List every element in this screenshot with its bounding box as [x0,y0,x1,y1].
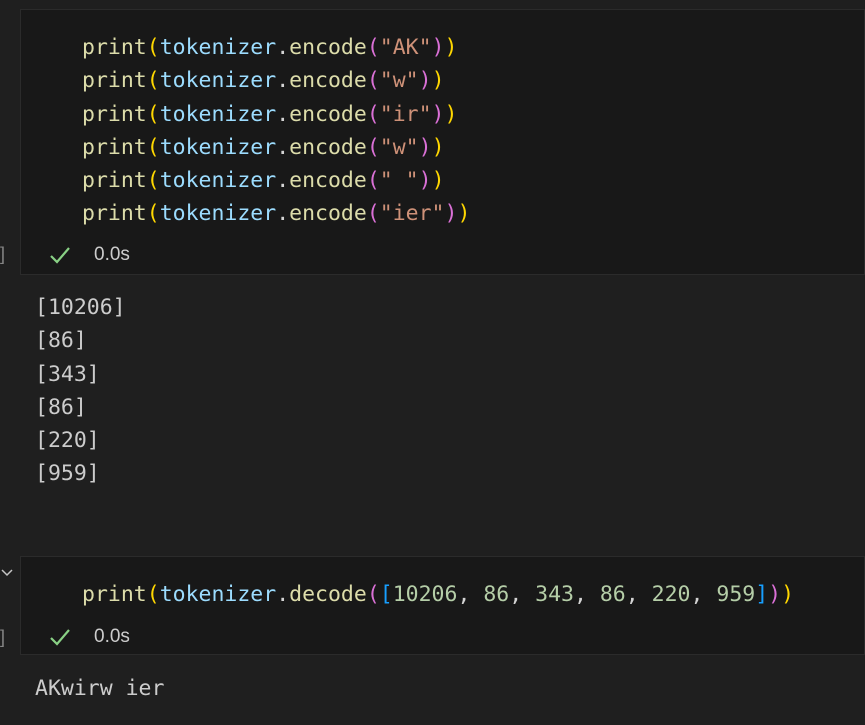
code-cell-2[interactable]: print(tokenizer.decode([10206, 86, 343, … [20,556,865,655]
execution-count-bracket: ] [0,244,6,264]
code-editor[interactable]: print(tokenizer.encode("AK")) print(toke… [82,31,470,231]
execution-time: 0.0s [94,244,130,265]
code-editor[interactable]: print(tokenizer.decode([10206, 86, 343, … [82,578,794,611]
code-line: print(tokenizer.encode("w")) [82,134,445,160]
chevron-down-icon[interactable] [0,566,14,580]
code-line: print(tokenizer.decode([10206, 86, 343, … [82,582,795,607]
execution-status: 0.0s [49,243,130,267]
code-line: print(tokenizer.encode("ier")) [82,201,471,227]
code-line: print(tokenizer.encode(" ")) [82,168,445,194]
code-line: print(tokenizer.encode("ir")) [82,101,458,127]
check-icon [50,629,70,646]
code-line: print(tokenizer.encode("AK")) [82,35,458,60]
cell-output: [10206] [86] [343] [86] [220] [959] [35,291,126,491]
code-cell-1[interactable]: print(tokenizer.encode("AK")) print(toke… [20,9,865,275]
output-line: AKwirw ier [35,676,165,701]
execution-count-bracket: ] [0,627,6,647]
output-line: [10206] [35,295,126,320]
check-icon [50,247,70,264]
output-line: [86] [35,328,87,354]
execution-time: 0.0s [94,626,130,647]
code-line: print(tokenizer.encode("w")) [82,68,445,94]
output-line: [959] [35,461,100,487]
cell-output: AKwirw ier [35,672,164,705]
output-line: [220] [35,428,100,454]
execution-status: 0.0s [49,625,130,649]
output-line: [86] [35,394,87,420]
output-line: [343] [35,361,100,387]
